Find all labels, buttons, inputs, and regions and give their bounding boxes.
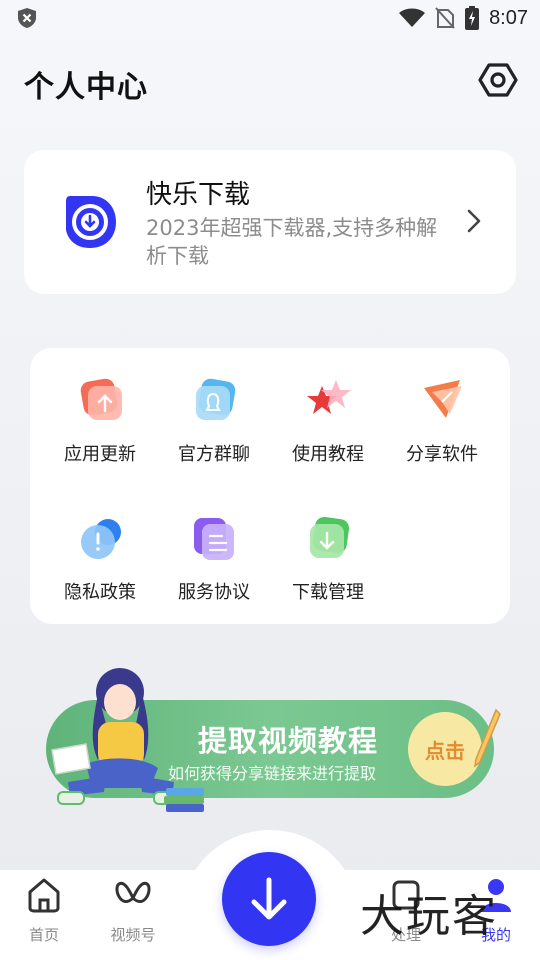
tab-label: 视频号 [110,926,156,944]
grid-label: 应用更新 [64,444,136,465]
grid-label: 下载管理 [292,582,364,603]
update-icon [80,378,122,420]
girl-illustration [51,668,204,812]
grid-label: 隐私政策 [64,582,136,603]
grid-item-download-manage[interactable]: 下载管理 [268,516,388,626]
app-description: 2023年超强下载器,支持多种解析下载 [146,216,438,268]
download-manage-icon [310,516,350,558]
tab-channels[interactable]: 视频号 [93,876,173,956]
grid-label: 服务协议 [178,582,250,603]
grid-item-group-chat[interactable]: 官方群聊 [154,378,274,488]
status-bar: 8:07 [0,0,540,36]
channels-icon [115,881,151,903]
grid-item-tutorial[interactable]: 使用教程 [268,378,388,488]
feature-grid: 应用更新 官方群聊 使用教程 分享软件 隐私政策 服务协议 下载管理 [30,348,510,624]
grid-item-agreement[interactable]: 服务协议 [154,516,274,626]
tutorial-star-icon [307,380,351,414]
settings-hexagon-icon[interactable] [478,60,518,100]
privacy-icon [81,519,121,559]
grid-item-share[interactable]: 分享软件 [382,378,502,488]
app-info-card[interactable]: 快乐下载 2023年超强下载器,支持多种解析下载 [24,150,516,294]
pencil-icon [473,708,501,768]
download-fab-button[interactable] [222,852,316,946]
page-title: 个人中心 [24,70,148,105]
grid-label: 使用教程 [292,444,364,465]
home-icon [28,878,60,913]
no-sim-icon [435,7,455,29]
grid-item-app-update[interactable]: 应用更新 [40,378,160,488]
grid-label: 分享软件 [406,444,478,465]
tab-home[interactable]: 首页 [4,876,84,956]
tab-label: 首页 [28,926,59,944]
grid-item-privacy[interactable]: 隐私政策 [40,516,160,626]
banner-title: 提取视频教程 [198,724,379,758]
app-logo-icon [66,196,116,248]
app-name: 快乐下载 [146,180,251,210]
status-time: 8:07 [489,6,528,29]
chevron-right-icon [467,209,481,233]
download-arrow-icon [251,877,287,920]
banner-click-button[interactable]: 点击 [408,712,482,786]
share-plane-icon [424,380,462,418]
battery-charging-icon [465,6,480,30]
group-chat-icon [196,378,236,420]
grid-label: 官方群聊 [178,444,250,465]
agreement-icon [194,518,234,560]
wifi-icon [399,8,426,27]
watermark: 大玩客 [360,891,498,942]
shield-x-icon [18,8,36,28]
